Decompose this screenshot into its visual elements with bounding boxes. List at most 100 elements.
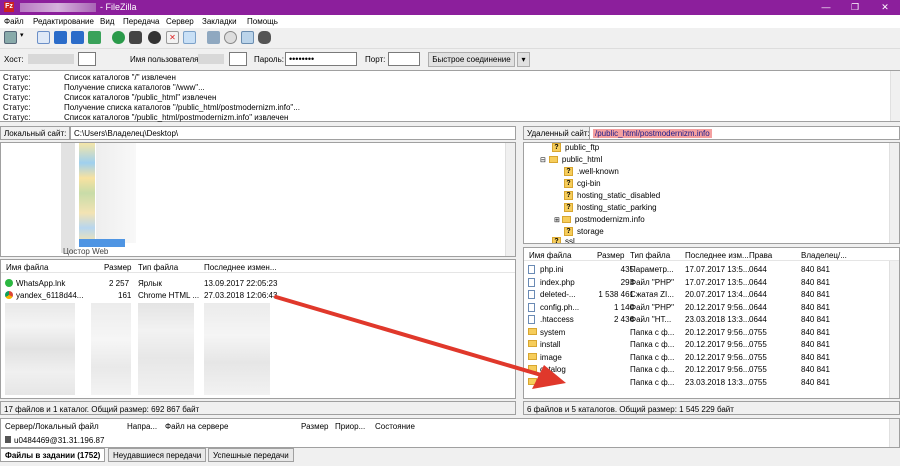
quickconnect-button[interactable]: Быстрое соединение — [428, 52, 515, 67]
queue-server-row[interactable]: u0484469@31.31.196.87 — [14, 436, 104, 445]
file-name: php.ini — [540, 265, 564, 274]
remote-tree-item[interactable]: ? ssl — [552, 237, 575, 243]
remote-tree[interactable]: ? public_ftp ⊟ public_html ? .well-known ? c… — [523, 142, 900, 244]
port-field[interactable] — [388, 52, 420, 66]
column-permissions[interactable]: Права — [749, 251, 772, 260]
redacted-file-dates — [204, 303, 270, 395]
table-row[interactable]: php.ini 435 Параметр... 17.07.2017 13:5... 0… — [524, 263, 899, 275]
remote-tree-item[interactable]: ? hosting_static_parking — [564, 203, 657, 215]
sync-browse-icon[interactable] — [241, 31, 254, 44]
table-row[interactable]: deleted-... 1 538 461 Сжатая ZI... 20.07.20… — [524, 288, 899, 300]
remote-tree-item[interactable]: ? cgi-bin — [564, 179, 601, 191]
table-row[interactable]: index.php 293 Файл "PHP" 17.07.2017 13:5...… — [524, 276, 899, 288]
collapse-icon[interactable]: ⊟ — [540, 157, 546, 164]
compare-icon[interactable] — [224, 31, 237, 44]
refresh-icon[interactable] — [112, 31, 125, 44]
file-modified: 23.03.2018 13:3... — [685, 315, 750, 324]
toggle-remote-tree-icon[interactable] — [71, 31, 84, 44]
binoculars-icon[interactable] — [258, 31, 271, 44]
queue-column-priority[interactable]: Приор... — [335, 422, 365, 431]
remote-tree-scrollbar[interactable] — [889, 143, 899, 243]
menu-help[interactable]: Помощь — [247, 17, 278, 26]
table-row[interactable]: config.ph... 1 140 Файл "PHP" 20.12.2017 9:… — [524, 301, 899, 313]
menu-bookmarks[interactable]: Закладки — [202, 17, 237, 26]
process-queue-icon[interactable] — [129, 31, 142, 44]
file-size: 293 — [620, 277, 634, 287]
column-filename[interactable]: Имя файла — [529, 251, 571, 260]
table-row[interactable]: install Папка с ф... 20.12.2017 9:56... 075… — [524, 338, 899, 350]
remote-status: 6 файлов и 5 каталогов. Общий размер: 1 … — [523, 401, 900, 415]
disconnect-icon[interactable]: ✕ — [166, 31, 179, 44]
remote-file-list[interactable]: Имя файла Размер Тип файла Последнее изм… — [523, 247, 900, 399]
reconnect-icon[interactable] — [183, 31, 196, 44]
queue-column-size[interactable]: Размер — [301, 422, 329, 431]
host-field[interactable] — [78, 52, 96, 66]
queue-scrollbar[interactable] — [889, 419, 899, 447]
chrome-icon — [5, 291, 13, 299]
tab-failed-transfers[interactable]: Неудавшиеся передачи — [108, 448, 207, 462]
column-type[interactable]: Тип файла — [138, 263, 178, 272]
table-row[interactable]: yandex_6118d44... 161 Chrome HTML ... 27… — [1, 289, 515, 301]
chevron-down-icon[interactable]: ▾ — [20, 31, 26, 44]
table-row[interactable]: .htaccess 2 436 Файл "HT... 23.03.2018 13:3… — [524, 313, 899, 325]
remote-tree-item[interactable]: ? hosting_static_disabled — [564, 191, 660, 203]
redacted-file-types — [138, 303, 194, 395]
menu-file[interactable]: Файл — [4, 17, 24, 26]
local-path-input[interactable]: C:\Users\Владелец\Desktop\ — [70, 126, 516, 140]
queue-column-remote[interactable]: Файл на сервере — [165, 422, 228, 431]
table-row[interactable]: system Папка с ф... 20.12.2017 9:56... 0755… — [524, 326, 899, 338]
remote-tree-item[interactable]: ⊟ public_html — [540, 155, 602, 167]
table-row[interactable]: catalog Папка с ф... 20.12.2017 9:56... 075… — [524, 363, 899, 375]
queue-column-local[interactable]: Сервер/Локальный файл — [5, 422, 99, 431]
column-filename[interactable]: Имя файла — [6, 263, 48, 272]
log-scrollbar[interactable] — [890, 71, 900, 121]
toggle-queue-icon[interactable] — [88, 31, 101, 44]
column-type[interactable]: Тип файла — [630, 251, 670, 260]
toggle-log-icon[interactable] — [37, 31, 50, 44]
table-row[interactable]: image Папка с ф... 20.12.2017 9:56... 0755 8… — [524, 351, 899, 363]
remote-path-input[interactable]: /public_html/postmodernizm.info — [589, 126, 900, 140]
close-button[interactable]: ✕ — [870, 0, 900, 15]
minimize-button[interactable]: — — [811, 0, 841, 15]
expand-icon[interactable]: ⊞ — [554, 217, 560, 224]
column-modified[interactable]: Последнее изм... — [685, 251, 749, 260]
maximize-button[interactable]: ❐ — [840, 0, 870, 15]
local-file-header: Имя файла Размер Тип файла Последнее изм… — [1, 260, 515, 273]
menu-server[interactable]: Сервер — [166, 17, 194, 26]
column-size[interactable]: Размер — [597, 251, 625, 260]
table-row[interactable]: Папка с ф... 23.03.2018 13:3... 0755 840 84… — [524, 376, 899, 388]
transfer-queue[interactable]: Сервер/Локальный файл Напра... Файл на с… — [0, 418, 900, 448]
file-modified: 13.09.2017 22:05:23 — [204, 279, 278, 288]
queue-column-status[interactable]: Состояние — [375, 422, 415, 431]
remote-tree-item[interactable]: ? .well-known — [564, 167, 619, 179]
menu-view[interactable]: Вид — [100, 17, 114, 26]
local-tree[interactable]: Цостор Web — [0, 142, 516, 257]
cancel-icon[interactable] — [148, 31, 161, 44]
quickconnect-history-button[interactable]: ▾ — [517, 52, 530, 67]
file-perms: 0755 — [749, 365, 767, 374]
file-modified: 20.12.2017 9:56... — [685, 365, 750, 374]
queue-column-direction[interactable]: Напра... — [127, 422, 157, 431]
user-field[interactable] — [229, 52, 247, 66]
local-tree-item[interactable]: Цостор Web — [63, 247, 108, 256]
password-field[interactable]: •••••••• — [285, 52, 357, 66]
local-file-list[interactable]: Имя файла Размер Тип файла Последнее изм… — [0, 259, 516, 399]
menu-transfer[interactable]: Передача — [123, 17, 159, 26]
tab-successful-transfers[interactable]: Успешные передачи — [208, 448, 294, 462]
column-owner[interactable]: Владелец/... — [801, 251, 847, 260]
remote-list-scrollbar[interactable] — [889, 261, 899, 398]
toggle-local-tree-icon[interactable] — [54, 31, 67, 44]
menu-edit[interactable]: Редактирование — [33, 17, 94, 26]
column-size[interactable]: Размер — [104, 263, 132, 272]
site-manager-icon[interactable] — [4, 31, 17, 44]
tab-queued-files[interactable]: Файлы в задании (1752) — [0, 448, 106, 462]
remote-tree-item[interactable]: ? public_ftp — [552, 143, 599, 155]
column-modified[interactable]: Последнее измен... — [204, 263, 277, 272]
file-perms: 0644 — [749, 265, 767, 274]
table-row[interactable]: WhatsApp.lnk 2 257 Ярлык 13.09.2017 22:0… — [1, 277, 515, 289]
whatsapp-icon — [5, 279, 13, 287]
remote-tree-item[interactable]: ⊞ postmodernizm.info — [554, 215, 645, 227]
filter-icon[interactable] — [207, 31, 220, 44]
local-tree-scrollbar[interactable] — [505, 143, 515, 256]
remote-path-text: /public_html/postmodernizm.info — [593, 129, 712, 138]
